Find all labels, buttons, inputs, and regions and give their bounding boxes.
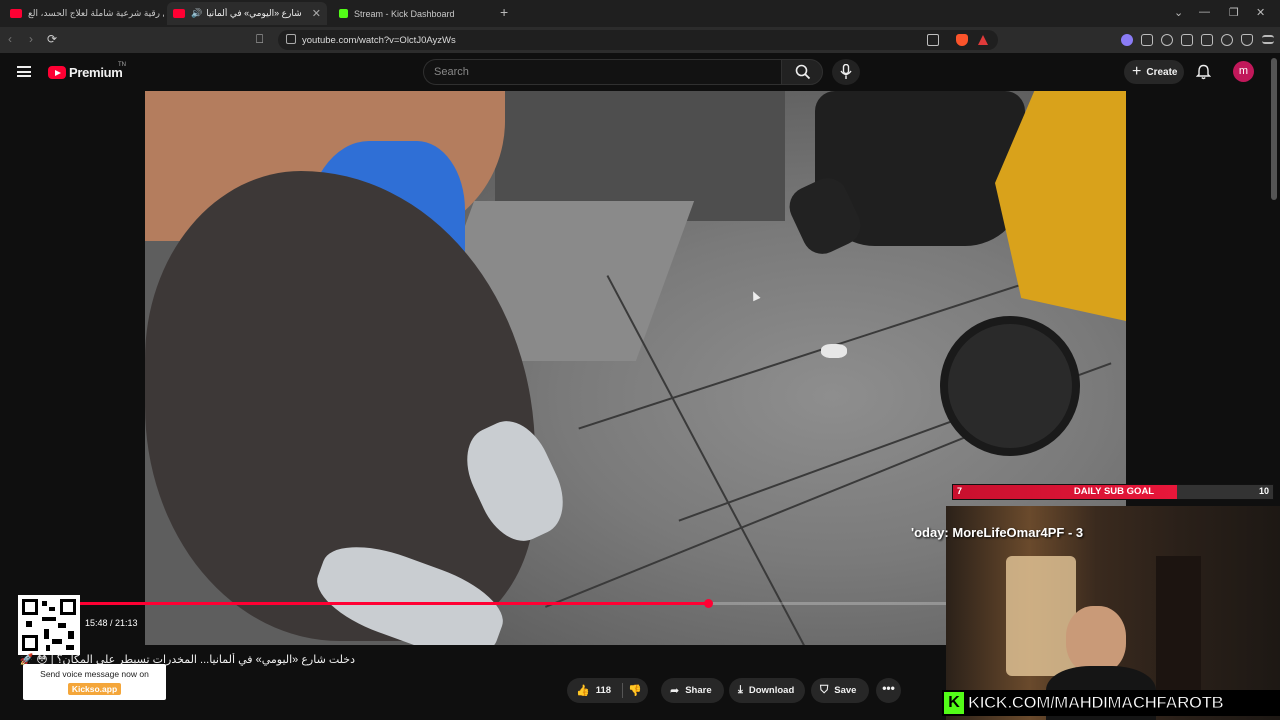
youtube-header: Premium TN Search + Create m [0,53,1280,91]
rewards-icon[interactable] [978,35,988,45]
litter [821,344,847,358]
cast-icon[interactable] [927,34,939,46]
like-dislike-group: 👍 118 👎 [567,678,648,703]
like-count[interactable]: 118 [596,685,611,696]
progress-bar-fill [18,602,709,605]
doorway [1156,556,1201,706]
new-tab-button[interactable]: + [500,4,508,20]
back-icon[interactable]: ‹ [8,32,12,46]
url-text: youtube.com/watch?v=OlctJ0AyzWs [302,34,456,46]
kick-channel-url: KICK.COM/MAHDIMACHFAROTB [967,693,1224,713]
tab-title: دخلت شارع «اليومي» في ألمانيا [206,8,304,18]
menu-icon[interactable] [1262,35,1274,44]
paving-joint [606,275,806,645]
wardrobe [1006,556,1076,676]
site-info-icon[interactable] [286,34,296,44]
country-code: TN [118,62,126,68]
youtube-favicon-icon [173,9,185,18]
bookmark-icon[interactable]: ⎕ [256,32,263,47]
vpn-icon[interactable] [1241,34,1253,46]
puzzle-icon[interactable] [1141,34,1153,46]
url-field[interactable]: youtube.com/watch?v=OlctJ0AyzWs [278,30,998,50]
like-divider [622,683,623,698]
voice-message-text: Send voice message now on [40,669,149,679]
notifications-bell-icon[interactable] [1195,64,1212,85]
extension-icon[interactable] [1121,34,1133,46]
browser-tab-1[interactable]: أقوى رقية شرعية شاملة لعلاج الحسد، الع [4,2,164,25]
wheel [940,316,1080,456]
youtube-favicon-icon [10,9,22,18]
tab-search-icon[interactable]: ⌄ [1174,6,1183,19]
qr-code [18,595,80,655]
sub-ticker: 'oday: MoreLifeOmar4PF - 3 [911,525,1084,540]
search-input[interactable]: Search [423,59,781,85]
browser-tab-bar: أقوى رقية شرعية شاملة لعلاج الحسد، الع 🔊… [0,0,1280,27]
tab-title: Stream - Kick Dashboard [354,8,455,19]
speaker-icon: 🔊 [191,8,203,18]
voice-message-overlay: Send voice message now on Kickso.app [23,664,166,700]
thumbs-down-icon[interactable]: 👎 [628,684,642,697]
youtube-logo-icon[interactable] [48,66,66,79]
sub-goal-label: DAILY SUB GOAL [1073,486,1155,497]
tab-title: أقوى رقية شرعية شاملة لعلاج الحسد، الع [28,8,164,18]
reload-icon[interactable]: ⟳ [47,32,57,46]
minimize-icon[interactable]: — [1199,6,1210,18]
leo-ai-icon[interactable] [1221,34,1233,46]
kickso-badge: Kickso.app [67,683,122,695]
thumbs-up-icon[interactable]: 👍 [576,684,590,697]
window-close-icon[interactable]: ✕ [1256,6,1265,19]
save-label: Save [834,685,857,696]
kick-logo-icon: K [944,692,964,714]
download-button[interactable]: ⤓ Download [729,678,805,703]
mic-icon [840,64,852,79]
voice-search-button[interactable] [832,59,860,85]
brave-shield-icon[interactable] [956,34,968,46]
page-scrollbar[interactable] [1271,58,1277,200]
music-icon[interactable] [1161,34,1173,46]
sub-goal-target: 10 [1258,486,1269,496]
share-icon: ➦ [670,685,680,697]
hamburger-menu-icon[interactable] [17,66,31,77]
create-label: Create [1146,66,1178,78]
browser-tab-2[interactable]: 🔊 دخلت شارع «اليومي» في ألمانيا ✕ [167,2,327,25]
youtube-logo-text[interactable]: Premium [69,65,123,80]
more-actions-button[interactable]: ••• [876,678,901,703]
save-button[interactable]: ⛉ Save [811,678,869,703]
share-button[interactable]: ➦ Share [661,678,724,703]
close-tab-icon[interactable]: ✕ [312,7,321,20]
sub-goal-bar: 7 DAILY SUB GOAL 10 [952,484,1274,500]
streamer-face [1066,606,1126,674]
forward-icon[interactable]: › [29,32,33,46]
address-bar-row: ‹ › ⟳ ⎕ youtube.com/watch?v=OlctJ0AyzWs [0,27,1280,53]
avatar[interactable]: m [1233,61,1254,82]
plus-icon: + [1132,63,1142,80]
time-display: 15:48 / 21:13 [85,618,138,628]
browser-tab-3[interactable]: Stream - Kick Dashboard [333,2,493,25]
search-button[interactable] [781,59,823,85]
download-icon: ⤓ [738,684,743,696]
wallet-icon[interactable] [1201,34,1213,46]
download-label: Download [748,685,795,696]
create-button[interactable]: + Create [1124,60,1184,84]
sidebar-icon[interactable] [1181,34,1193,46]
kick-favicon-icon [339,9,348,18]
bookmark-icon: ⛉ [820,684,829,696]
share-label: Share [685,685,712,696]
search-icon [795,64,811,80]
restore-icon[interactable]: ❐ [1229,6,1239,19]
